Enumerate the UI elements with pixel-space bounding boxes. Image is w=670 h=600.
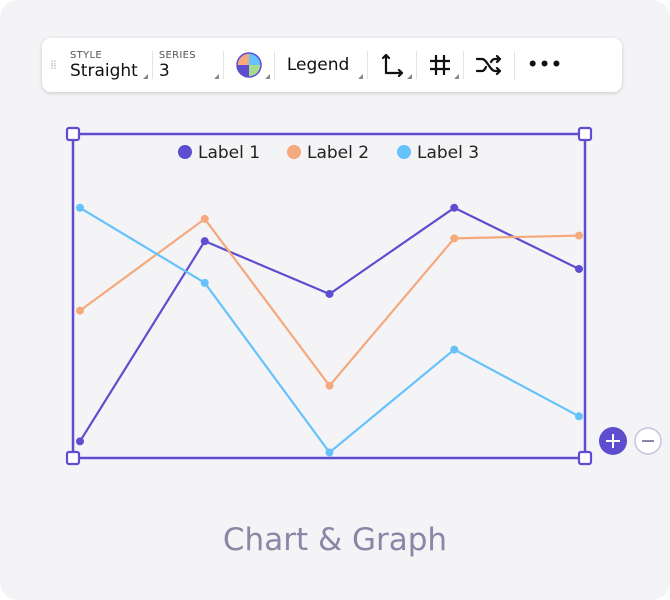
legend-marker (287, 145, 301, 159)
resize-handle[interactable] (577, 126, 593, 142)
zoom-in-button[interactable] (599, 427, 627, 455)
series-line-2 (79, 217, 580, 388)
widget-title: Chart & Graph (222, 522, 448, 558)
data-point[interactable] (76, 203, 84, 212)
resize-handle[interactable] (65, 450, 81, 466)
data-point[interactable] (76, 306, 84, 315)
data-point[interactable] (325, 289, 334, 298)
legend-label: Label 2 (307, 143, 369, 163)
data-point[interactable] (450, 345, 459, 354)
data-point[interactable] (200, 237, 209, 246)
legend-label: Label 3 (417, 143, 479, 163)
data-point[interactable] (575, 412, 583, 421)
data-point[interactable] (450, 234, 459, 243)
data-point[interactable] (325, 448, 334, 457)
legend-marker (178, 145, 192, 159)
data-point[interactable] (450, 203, 459, 212)
resize-handle[interactable] (577, 450, 593, 466)
data-point[interactable] (325, 381, 334, 390)
line-chart[interactable]: Label 1 Label 2 Label 3 (0, 0, 670, 600)
series-line-1 (79, 206, 580, 442)
series-line-3 (79, 206, 580, 455)
zoom-out-button[interactable] (634, 427, 662, 455)
data-point[interactable] (76, 437, 84, 446)
legend-label: Label 1 (198, 143, 260, 163)
data-point[interactable] (575, 231, 583, 240)
resize-handle[interactable] (65, 126, 81, 142)
data-point[interactable] (200, 214, 209, 223)
data-point[interactable] (200, 278, 209, 287)
chart-widget-card: ⁞⁞ STYLE Straight SERIES 3 Legend ••• La… (0, 0, 670, 600)
data-point[interactable] (575, 264, 583, 273)
legend-marker (397, 145, 411, 159)
